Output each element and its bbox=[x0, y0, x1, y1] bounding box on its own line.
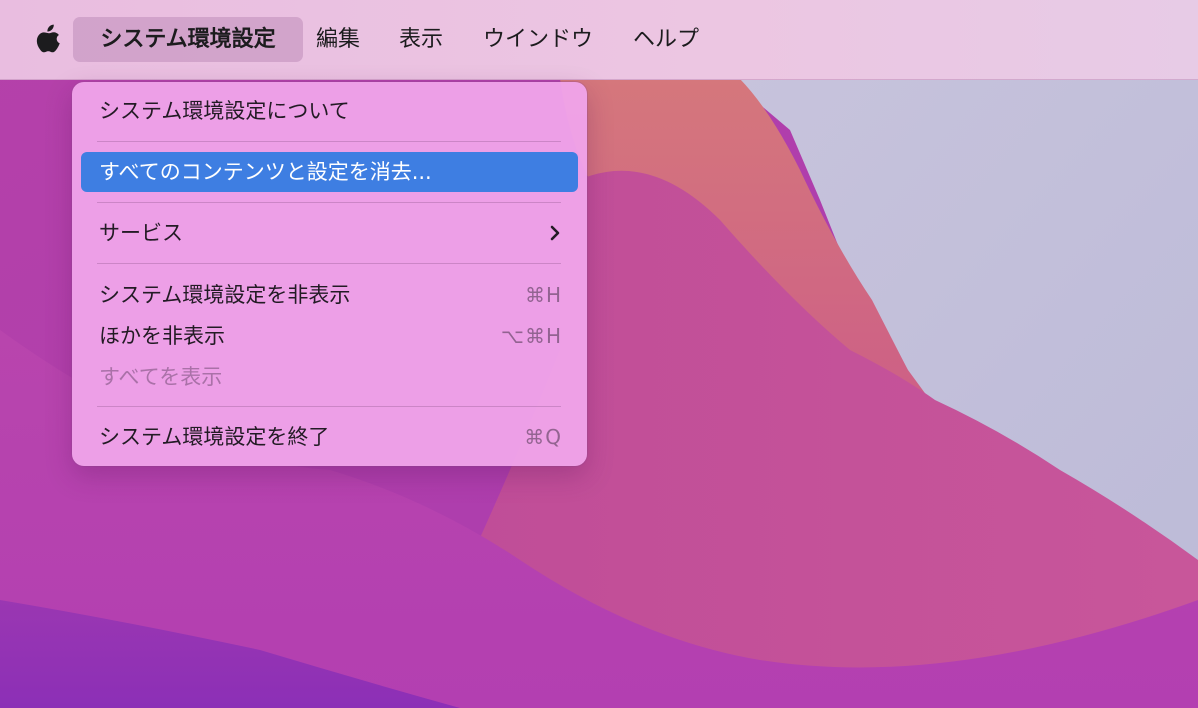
menu-separator bbox=[97, 202, 561, 203]
menu-help[interactable]: ヘルプ bbox=[633, 17, 699, 62]
menu-item-erase-all-content[interactable]: すべてのコンテンツと設定を消去... bbox=[81, 152, 578, 192]
menu-item-label: システム環境設定について bbox=[99, 99, 350, 123]
menu-window[interactable]: ウインドウ bbox=[483, 17, 593, 62]
menu-item-hide[interactable]: システム環境設定を非表示 ⌘H bbox=[81, 275, 578, 315]
menu-item-quit[interactable]: システム環境設定を終了 ⌘Q bbox=[81, 417, 578, 457]
menu-app-system-preferences[interactable]: システム環境設定 bbox=[73, 17, 303, 62]
menu-item-label: システム環境設定を終了 bbox=[99, 425, 330, 449]
desktop: システム環境設定 編集 表示 ウインドウ ヘルプ システム環境設定について すべ… bbox=[0, 0, 1198, 708]
app-dropdown-menu: システム環境設定について すべてのコンテンツと設定を消去... サービス システ… bbox=[72, 82, 587, 466]
menu-item-label: ほかを非表示 bbox=[99, 324, 225, 348]
menu-item-label: すべてを表示 bbox=[99, 365, 223, 389]
chevron-right-icon bbox=[550, 225, 560, 241]
menu-item-services[interactable]: サービス bbox=[81, 213, 578, 253]
shortcut-hide-others: ⌥⌘H bbox=[500, 324, 562, 348]
menu-item-label: システム環境設定を非表示 bbox=[99, 283, 351, 307]
menu-edit[interactable]: 編集 bbox=[316, 17, 360, 62]
menu-bar: システム環境設定 編集 表示 ウインドウ ヘルプ bbox=[0, 0, 1198, 80]
menu-view[interactable]: 表示 bbox=[399, 17, 443, 62]
shortcut-quit: ⌘Q bbox=[524, 425, 562, 449]
menu-item-label: すべてのコンテンツと設定を消去... bbox=[99, 160, 432, 184]
menu-separator bbox=[97, 263, 561, 264]
apple-logo-icon[interactable] bbox=[36, 24, 62, 54]
menu-separator bbox=[97, 141, 561, 142]
shortcut-hide: ⌘H bbox=[524, 283, 562, 307]
menu-item-show-all: すべてを表示 bbox=[81, 357, 578, 397]
menu-item-hide-others[interactable]: ほかを非表示 ⌥⌘H bbox=[81, 316, 578, 356]
menu-separator bbox=[97, 406, 561, 407]
menu-item-label: サービス bbox=[99, 221, 183, 245]
menu-item-about[interactable]: システム環境設定について bbox=[81, 91, 578, 131]
